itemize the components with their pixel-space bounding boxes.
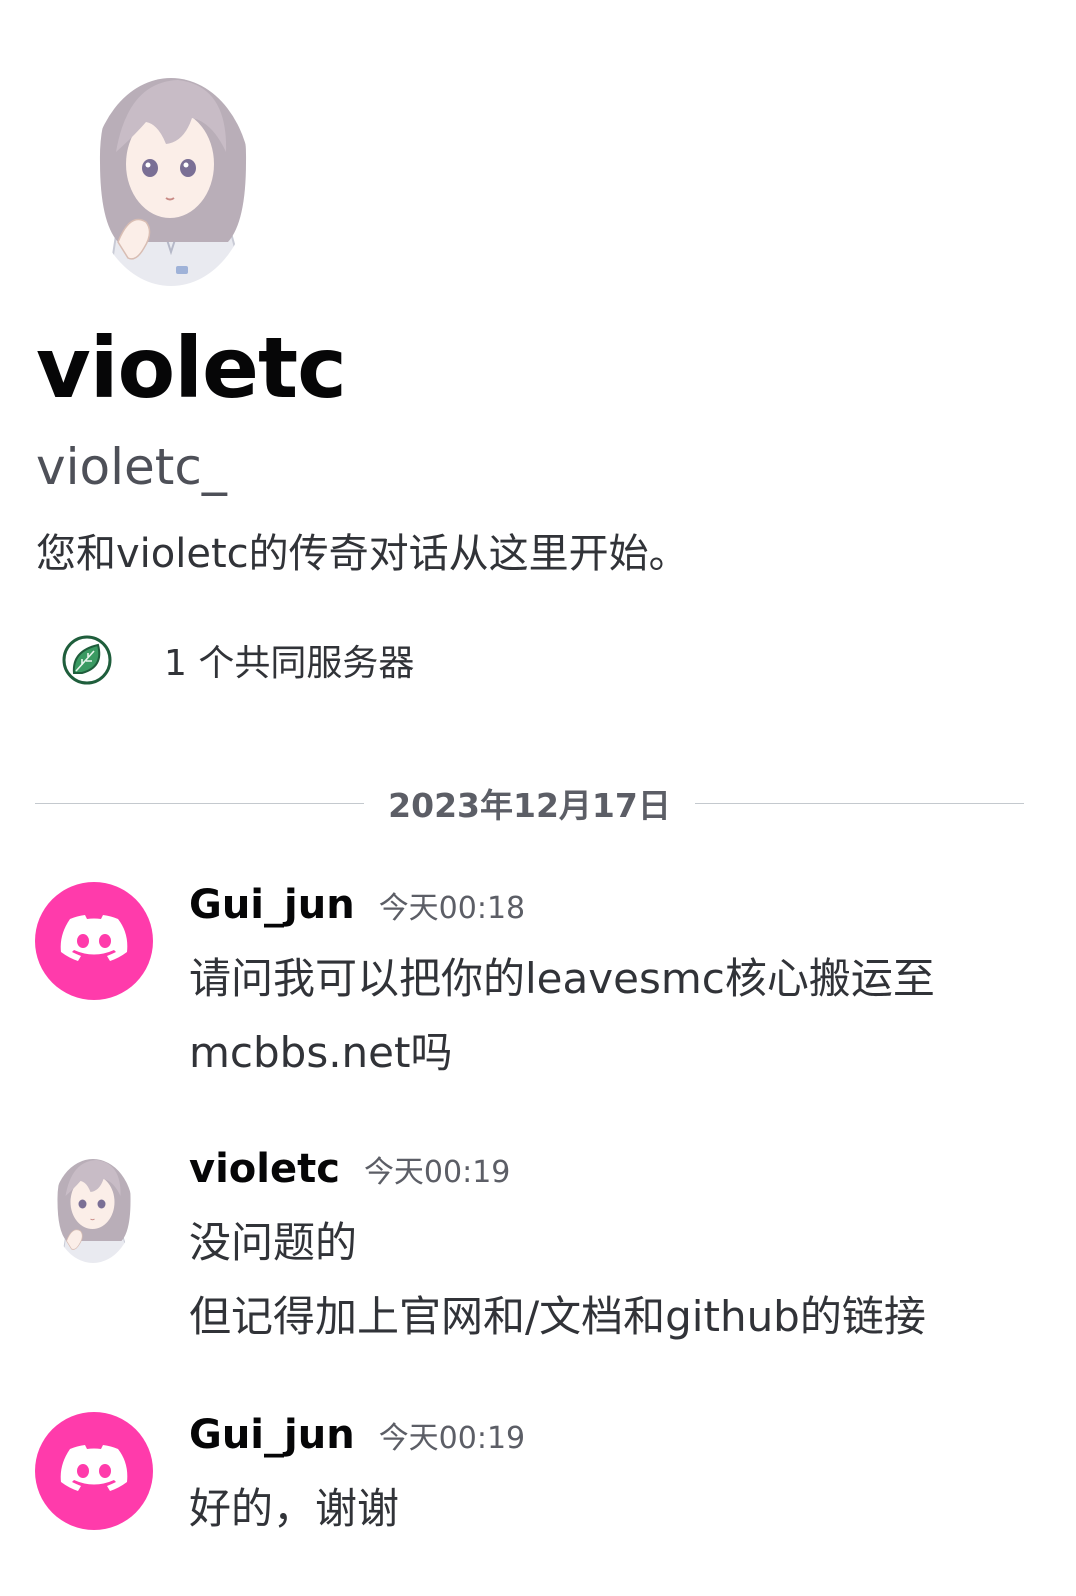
message-timestamp: 今天00:19 [363,1155,511,1190]
message-text-line: 没问题的 [189,1218,358,1267]
message-author[interactable]: Gui_jun [189,1412,355,1458]
message-text-line: mcbbs.net吗 [189,1028,453,1077]
profile-avatar[interactable] [88,52,254,288]
date-divider-label: 2023年12月17日 [388,786,671,825]
discord-logo-icon[interactable] [35,882,153,1000]
message-timestamp: 今天00:18 [378,891,526,926]
message-text-line: 但记得加上官网和/文档和github的链接 [189,1292,926,1341]
message-text-line: 请问我可以把你的leavesmc核心搬运至 [189,954,935,1003]
profile-username: violetc_ [36,438,227,496]
discord-logo-icon[interactable] [35,1412,153,1530]
profile-display-name: violetc [36,319,347,417]
message-author[interactable]: Gui_jun [189,882,355,928]
message-text-line: 好的，谢谢 [189,1484,400,1533]
divider-line-left [35,802,365,804]
conversation-intro-text: 您和violetc的传奇对话从这里开始。 [36,531,689,577]
leaf-server-icon [62,635,112,685]
date-divider: 2023年12月17日 [35,780,1025,826]
message-timestamp: 今天00:19 [378,1421,526,1456]
anime-girl-avatar[interactable] [48,1146,138,1264]
divider-line-right [694,802,1025,804]
mutual-servers-row[interactable]: 1 个共同服务器 [62,626,414,694]
mutual-servers-label: 1 个共同服务器 [164,643,415,684]
message-author[interactable]: violetc [189,1146,340,1192]
